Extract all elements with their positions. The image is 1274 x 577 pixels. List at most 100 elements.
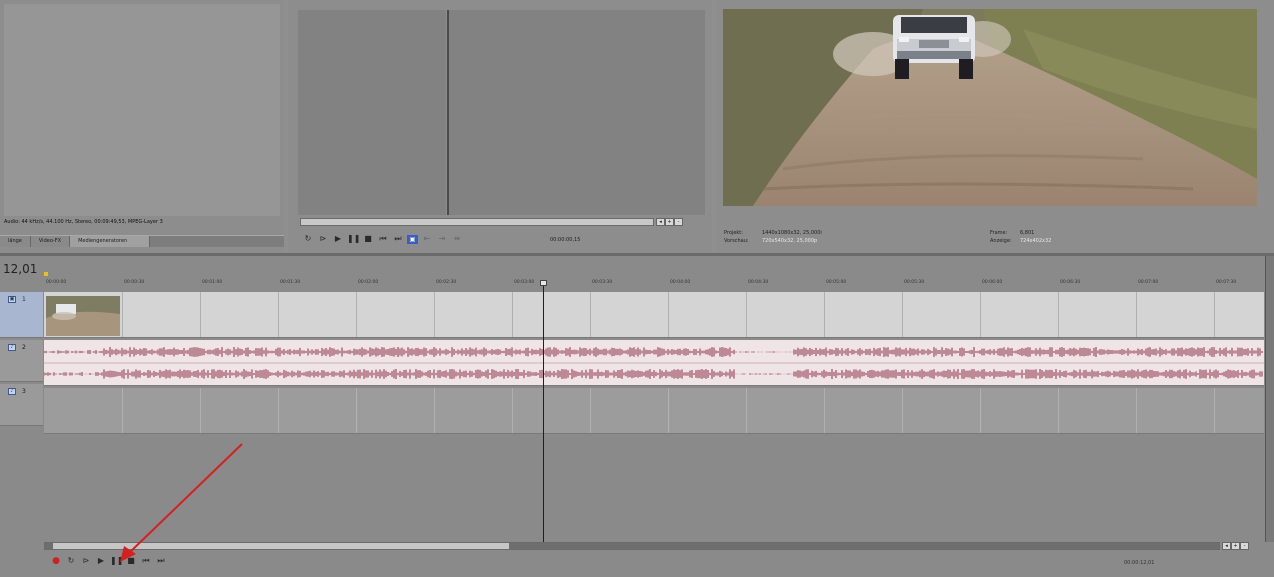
grid-line <box>980 292 981 337</box>
projekt-label: Projekt: <box>724 230 743 236</box>
time-ruler[interactable]: 00:00:00 00:00:30 00:01:00 00:01:30 00:02:00… <box>44 280 1264 292</box>
track-header-audio[interactable]: ♪ 2 <box>0 340 43 382</box>
vertical-scrollbar[interactable] <box>1265 256 1274 542</box>
ruler-tick-label: 00:00:00 <box>46 280 67 285</box>
media-list-area[interactable] <box>4 4 280 216</box>
mark-in-icon[interactable]: ⇤ <box>421 234 433 244</box>
go-to-end-icon[interactable]: ⏭ <box>392 234 404 244</box>
zoom-fit-button[interactable]: ◂ <box>1222 542 1231 550</box>
play-from-start-icon[interactable]: ⊳ <box>80 556 92 566</box>
grid-line <box>512 388 513 433</box>
tab-media-generators[interactable]: Mediengeneratoren <box>70 236 151 247</box>
preview-frame <box>723 9 1257 206</box>
grid-line <box>200 292 201 337</box>
go-to-start-icon[interactable]: ⏮ <box>377 234 389 244</box>
grid-line <box>1214 388 1215 433</box>
grid-line <box>824 388 825 433</box>
audio-track-icon: ♪ <box>8 388 16 395</box>
ruler-tick-label: 00:03:00 <box>514 280 535 285</box>
trimmer-transport: ↻ ⊳ ▶ ❚❚ ■ ⏮ ⏭ ▣ ⇤ ⇥ ⇹ <box>302 234 463 244</box>
grid-line <box>122 292 123 337</box>
ruler-tick-label: 00:05:30 <box>904 280 925 285</box>
track-header-extra[interactable]: ♪ 3 <box>0 384 43 426</box>
grid-line <box>278 292 279 337</box>
trimmer-scrollbar[interactable] <box>300 218 654 226</box>
video-track[interactable] <box>44 292 1264 338</box>
timeline-zoom-buttons: ◂ + - <box>1222 542 1249 550</box>
projekt-value: 1440x1080x32, 25,000i <box>762 230 822 236</box>
mark-out-icon[interactable]: ⇥ <box>436 234 448 244</box>
ruler-tick-label: 00:07:00 <box>1138 280 1159 285</box>
grid-line <box>902 292 903 337</box>
zoom-in-button[interactable]: + <box>665 218 674 226</box>
play-from-start-icon[interactable]: ⊳ <box>317 234 329 244</box>
video-track-icon: ▣ <box>8 296 16 303</box>
trimmer-zoom-buttons: ◂ + - <box>656 218 683 226</box>
grid-line <box>902 388 903 433</box>
frame-label: Frame: <box>990 230 1008 236</box>
vorschau-value: 720x540x32, 25,000p <box>762 238 818 244</box>
ruler-tick-label: 00:06:00 <box>982 280 1003 285</box>
grid-line <box>980 388 981 433</box>
grid-line <box>356 388 357 433</box>
timeline-end-timecode: 00:00:12,01 <box>1124 560 1155 566</box>
video-clip-thumbnail[interactable] <box>46 296 120 336</box>
grid-line <box>590 388 591 433</box>
preview-info: Projekt: 1440x1080x32, 25,000i Vorschau:… <box>724 230 1264 252</box>
loop-icon[interactable]: ↻ <box>302 234 314 244</box>
track-number: 2 <box>22 344 26 351</box>
play-icon[interactable]: ▶ <box>332 234 344 244</box>
trimmer-view-left[interactable] <box>298 10 446 215</box>
frame-value: 6,801 <box>1020 230 1035 236</box>
video-preview-panel: Projekt: 1440x1080x32, 25,000i Vorschau:… <box>716 0 1274 253</box>
cursor-time-display: 12,01 <box>3 262 38 276</box>
anzeige-label: Anzeige: <box>990 238 1012 244</box>
ruler-tick-label: 00:01:30 <box>280 280 301 285</box>
ruler-tick-label: 00:07:30 <box>1216 280 1237 285</box>
track-header-video[interactable]: ▣ 1 <box>0 292 43 338</box>
zoom-out-button[interactable]: - <box>674 218 683 226</box>
playhead-handle[interactable] <box>540 280 547 286</box>
grid-line <box>668 292 669 337</box>
loop-icon[interactable]: ↻ <box>65 556 77 566</box>
anzeige-value: 724x402x32 <box>1020 238 1052 244</box>
ruler-tick-label: 00:04:30 <box>748 280 769 285</box>
grid-line <box>824 292 825 337</box>
ruler-tick-label: 00:00:30 <box>124 280 145 285</box>
grid-line <box>746 292 747 337</box>
ruler-tick-label: 00:04:00 <box>670 280 691 285</box>
pause-icon[interactable]: ❚❚ <box>347 234 360 244</box>
record-icon[interactable]: ● <box>50 556 62 566</box>
zoom-in-button[interactable]: + <box>1231 542 1240 550</box>
grid-line <box>668 388 669 433</box>
zoom-out-button[interactable]: - <box>1240 542 1249 550</box>
stop-icon[interactable]: ■ <box>362 234 374 244</box>
annotation-arrow <box>120 443 243 562</box>
tab-video-fx[interactable]: Video-FX <box>30 236 71 247</box>
grid-line <box>278 388 279 433</box>
grid-line <box>512 292 513 337</box>
grid-line <box>434 388 435 433</box>
audio-track[interactable] <box>44 340 1264 386</box>
grid-line <box>1058 292 1059 337</box>
ruler-tick-label: 00:02:00 <box>358 280 379 285</box>
zoom-fit-button[interactable]: ◂ <box>656 218 665 226</box>
trimmer-timecode: 00:00:00,15 <box>550 237 581 243</box>
monitor-icon[interactable]: ▣ <box>407 234 418 244</box>
tab-length[interactable]: länge <box>0 236 31 247</box>
ruler-tick-label: 00:02:30 <box>436 280 457 285</box>
track-number: 1 <box>22 296 26 303</box>
media-info-text: Audio: 44 kHz/s, 44.100 Hz, Stereo, 00:0… <box>4 219 163 225</box>
grid-line <box>1214 292 1215 337</box>
grid-line <box>1058 388 1059 433</box>
grid-line <box>1136 388 1137 433</box>
track-number: 3 <box>22 388 26 395</box>
trimmer-view-right[interactable] <box>449 10 705 215</box>
grid-line <box>746 388 747 433</box>
select-icon[interactable]: ⇹ <box>451 234 463 244</box>
empty-track[interactable] <box>44 388 1264 434</box>
audio-track-icon: ♪ <box>8 344 16 351</box>
grid-line <box>590 292 591 337</box>
playhead-line[interactable] <box>543 280 544 542</box>
ruler-tick-label: 00:03:30 <box>592 280 613 285</box>
